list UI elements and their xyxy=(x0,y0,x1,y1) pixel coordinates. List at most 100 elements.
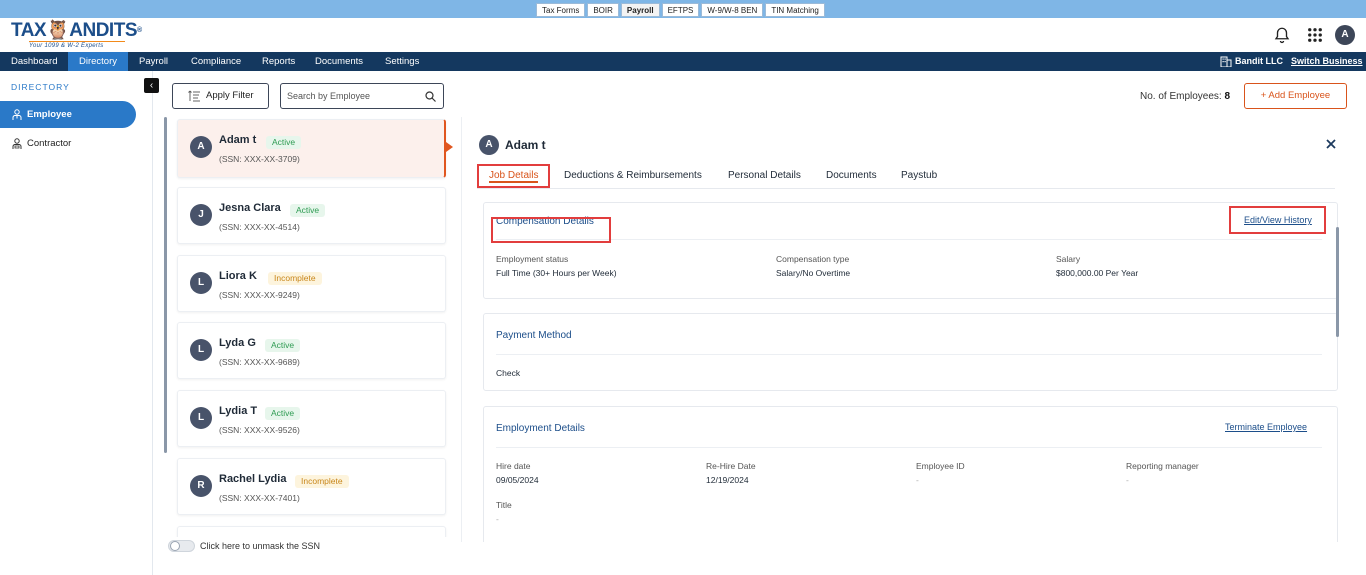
status-badge: Incomplete xyxy=(268,272,322,285)
sidebar-item-contractor[interactable]: Contractor xyxy=(0,130,136,157)
employee-avatar: J xyxy=(190,204,212,226)
product-tab-w9-w8ben[interactable]: W-9/W-8 BEN xyxy=(701,3,764,17)
highlight-compensation-title xyxy=(491,217,611,243)
payment-method-title: Payment Method xyxy=(496,330,572,341)
employee-id-label: Employee ID xyxy=(916,461,965,471)
hire-date-label: Hire date xyxy=(496,461,531,471)
employee-card-partial[interactable] xyxy=(177,526,446,537)
detail-scrollbar[interactable] xyxy=(1336,227,1339,337)
employee-detail-panel: A Adam t Job Details Deductions & Reimbu… xyxy=(461,117,1351,542)
product-bar: Tax Forms BOIR Payroll EFTPS W-9/W-8 BEN… xyxy=(0,0,1366,18)
sidebar-item-label: Contractor xyxy=(27,138,72,149)
sidebar-item-employee[interactable]: Employee xyxy=(0,101,136,128)
employee-name: Jesna Clara xyxy=(219,202,281,214)
status-badge: Active xyxy=(265,339,301,352)
tab-deductions-reimbursements[interactable]: Deductions & Reimbursements xyxy=(562,165,704,187)
employee-card-adam-t[interactable]: A Adam t Active (SSN: XXX-XX-3709) xyxy=(177,119,446,178)
employee-ssn: (SSN: XXX-XX-4514) xyxy=(219,222,300,232)
payment-method-value: Check xyxy=(496,368,521,378)
logo-registered: ® xyxy=(137,27,142,34)
nav-compliance[interactable]: Compliance xyxy=(180,52,252,71)
highlight-edit-history xyxy=(1229,206,1326,234)
tab-documents[interactable]: Documents xyxy=(824,165,879,187)
toggle-knob xyxy=(170,541,180,551)
employee-ssn: (SSN: XXX-XX-9249) xyxy=(219,290,300,300)
employee-card-liora-k[interactable]: L Liora K Incomplete (SSN: XXX-XX-9249) xyxy=(177,255,446,312)
reporting-manager-value: - xyxy=(1126,475,1129,485)
employee-name: Lydia T xyxy=(219,405,258,417)
apps-grid-icon[interactable] xyxy=(1306,26,1324,44)
employee-icon xyxy=(12,109,22,120)
nav-payroll[interactable]: Payroll xyxy=(128,52,179,71)
employee-id-value: - xyxy=(916,475,919,485)
section-divider xyxy=(496,354,1322,355)
employee-name: Adam t xyxy=(219,134,257,146)
product-tab-tin-matching[interactable]: TIN Matching xyxy=(765,3,825,17)
tab-personal-details[interactable]: Personal Details xyxy=(726,165,803,187)
section-divider xyxy=(496,239,1322,240)
taxbandits-logo[interactable]: TAX🦉ANDITS® Your 1099 & W-2 Experts xyxy=(11,21,142,50)
switch-business-link[interactable]: Switch Business xyxy=(1291,52,1363,71)
status-badge: Incomplete xyxy=(295,475,349,488)
detail-avatar: A xyxy=(479,135,499,155)
hire-date-value: 09/05/2024 xyxy=(496,475,539,485)
employee-card-lyda-g[interactable]: L Lyda G Active (SSN: XXX-XX-9689) xyxy=(177,322,446,379)
employee-card-jesna-clara[interactable]: J Jesna Clara Active (SSN: XXX-XX-4514) xyxy=(177,187,446,244)
nav-directory[interactable]: Directory xyxy=(68,52,129,71)
employee-ssn: (SSN: XXX-XX-9689) xyxy=(219,357,300,367)
rehire-date-label: Re-Hire Date xyxy=(706,461,756,471)
apply-filter-label: Apply Filter xyxy=(206,90,254,101)
building-icon xyxy=(1220,56,1232,67)
unmask-ssn-label: Click here to unmask the SSN xyxy=(200,541,321,551)
payment-method-section: Payment Method Check xyxy=(483,313,1338,391)
close-icon[interactable] xyxy=(1326,139,1336,149)
product-tab-payroll[interactable]: Payroll xyxy=(620,3,660,17)
title-value: - xyxy=(496,514,499,524)
add-employee-button[interactable]: + Add Employee xyxy=(1244,83,1347,109)
nav-settings[interactable]: Settings xyxy=(374,52,430,71)
employee-ssn: (SSN: XXX-XX-3709) xyxy=(219,154,300,164)
logo-text-a: TAX xyxy=(11,20,47,41)
chevron-left-icon: ‹ xyxy=(149,80,154,91)
user-avatar[interactable]: A xyxy=(1335,25,1355,45)
filter-icon xyxy=(188,90,200,102)
employee-search-input[interactable] xyxy=(287,89,417,103)
contractor-icon xyxy=(12,138,22,149)
directory-sidebar: DIRECTORY Employee Contractor xyxy=(0,71,153,575)
employment-status-label: Employment status xyxy=(496,254,569,264)
main-nav: Dashboard Directory Payroll Compliance R… xyxy=(0,52,1366,71)
sidebar-item-label: Employee xyxy=(27,109,72,120)
status-badge: Active xyxy=(265,407,301,420)
employee-count-label: No. of Employees: xyxy=(1140,91,1222,102)
logo-wordmark: TAX🦉ANDITS® xyxy=(11,21,142,41)
tab-paystub[interactable]: Paystub xyxy=(899,165,939,187)
app-header: TAX🦉ANDITS® Your 1099 & W-2 Experts A xyxy=(0,18,1366,52)
collapse-sidebar-button[interactable]: ‹ xyxy=(144,78,159,93)
employee-name: Rachel Lydia xyxy=(219,473,287,485)
search-icon[interactable] xyxy=(425,91,436,102)
employment-details-section: Employment Details Terminate Employee Hi… xyxy=(483,406,1338,542)
unmask-ssn-toggle[interactable] xyxy=(168,540,195,552)
title-label: Title xyxy=(496,500,512,510)
nav-documents[interactable]: Documents xyxy=(304,52,374,71)
product-tab-tax-forms[interactable]: Tax Forms xyxy=(536,3,586,17)
compensation-type-label: Compensation type xyxy=(776,254,850,264)
product-tab-boir[interactable]: BOIR xyxy=(587,3,619,17)
terminate-employee-link[interactable]: Terminate Employee xyxy=(1225,422,1307,432)
employee-avatar: R xyxy=(190,475,212,497)
product-tab-eftps[interactable]: EFTPS xyxy=(661,3,700,17)
employment-status-value: Full Time (30+ Hours per Week) xyxy=(496,268,617,278)
employee-name: Liora K xyxy=(219,270,257,282)
tab-job-details[interactable]: Job Details xyxy=(477,164,551,188)
section-divider xyxy=(496,447,1322,448)
employee-card-lydia-t[interactable]: L Lydia T Active (SSN: XXX-XX-9526) xyxy=(177,390,446,447)
status-badge: Active xyxy=(266,136,302,149)
apply-filter-button[interactable]: Apply Filter xyxy=(172,83,269,109)
business-name: Bandit LLC xyxy=(1235,56,1283,66)
employee-card-rachel-lydia[interactable]: R Rachel Lydia Incomplete (SSN: XXX-XX-7… xyxy=(177,458,446,515)
bell-icon[interactable] xyxy=(1273,26,1291,44)
nav-dashboard[interactable]: Dashboard xyxy=(0,52,68,71)
employee-list-scrollbar[interactable] xyxy=(164,117,167,453)
status-badge: Active xyxy=(290,204,326,217)
nav-reports[interactable]: Reports xyxy=(251,52,306,71)
